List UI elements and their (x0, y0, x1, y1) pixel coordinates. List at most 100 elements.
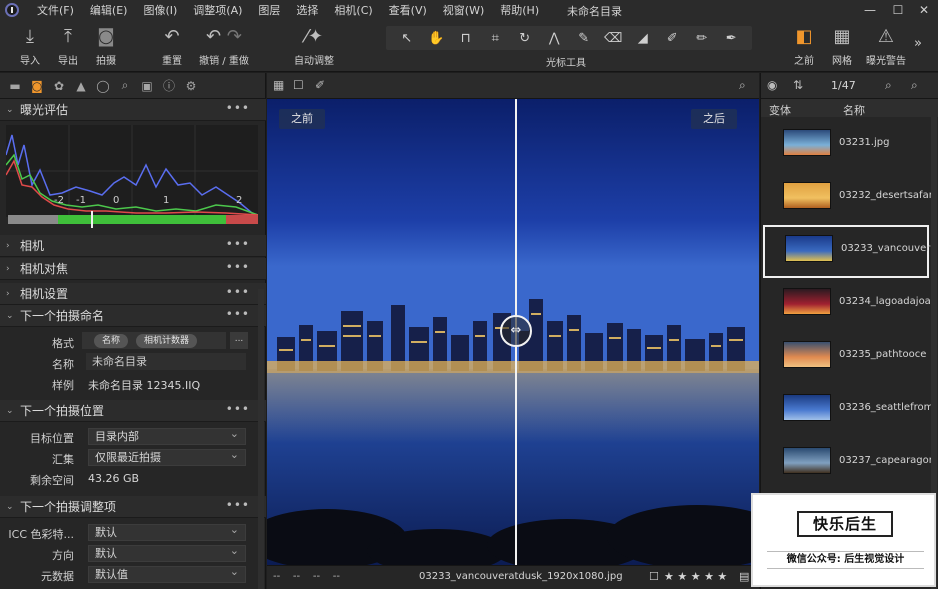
thumbnail-item[interactable]: 03232_desertsafari (761, 172, 931, 225)
zoom-icon[interactable]: ⌕ (739, 78, 746, 93)
menu-image[interactable]: 图像(I) (135, 2, 185, 18)
sort-icon[interactable]: ⇅ (793, 78, 803, 92)
thumbnail-image (783, 394, 831, 421)
section-menu-icon[interactable]: ••• (226, 260, 250, 274)
section-menu-icon[interactable]: ••• (226, 237, 250, 251)
image-viewer[interactable]: 之前 之后 ⇔ (267, 99, 759, 565)
color-tag-icon[interactable]: ▤ (739, 570, 749, 583)
metadata-tab-icon[interactable]: ⓘ (158, 77, 180, 94)
auto-adjust-button[interactable]: ⁄✦ 自动调整 (292, 26, 336, 67)
format-token-name[interactable]: 名称 (94, 334, 129, 348)
thumbnail-item[interactable]: 03237_capearagon (761, 437, 931, 490)
split-handle-icon[interactable]: ⇔ (500, 315, 532, 347)
collection-select[interactable]: 仅限最近拍摄 (88, 447, 246, 466)
maximize-icon[interactable]: ☐ (884, 0, 912, 20)
menu-edit[interactable]: 编辑(E) (82, 2, 136, 18)
pen-tool-icon[interactable]: ✒ (720, 31, 742, 46)
reject-checkbox[interactable]: ☐ (649, 570, 659, 583)
import-button[interactable]: ⤓ 导入 (16, 26, 44, 67)
loupe-tool-icon[interactable]: ⊓ (455, 31, 477, 46)
camera-settings-section-header[interactable]: › 相机设置 ••• (0, 283, 266, 305)
settings-tab-icon[interactable]: ⚙ (180, 79, 202, 93)
section-menu-icon[interactable]: ••• (226, 402, 250, 416)
menu-help[interactable]: 帮助(H) (492, 2, 547, 18)
app-logo-icon[interactable] (5, 3, 19, 17)
exposure-evaluation-header[interactable]: ⌄ 曝光评估 ••• (0, 99, 266, 121)
menu-layers[interactable]: 图层 (250, 2, 288, 18)
orientation-select[interactable]: 默认 (88, 543, 246, 562)
camera-focus-section-header[interactable]: › 相机对焦 ••• (0, 258, 266, 280)
capture-button[interactable]: ◙ 拍摄 (92, 26, 120, 67)
column-name[interactable]: 名称 (843, 102, 865, 118)
menu-camera[interactable]: 相机(C) (326, 2, 380, 18)
left-tool-panel: ▬ ◙ ✿ ▲ ◯ ⌕ ▣ ⓘ ⚙ ⌄ 曝光评估 ••• -2 -1 0 1 2… (0, 73, 266, 589)
undo-redo-button[interactable]: ↶ ↷ 撤销 / 重做 (192, 26, 256, 67)
single-view-icon[interactable]: ☐ (293, 78, 304, 92)
picker-tool-icon[interactable]: ✐ (661, 31, 683, 46)
menu-select[interactable]: 选择 (288, 2, 326, 18)
brush-tool-icon[interactable]: ✎ (573, 31, 595, 46)
crop-tool-icon[interactable]: ⌗ (484, 31, 506, 46)
scale-label-1: 1 (163, 195, 170, 206)
section-menu-icon[interactable]: ••• (226, 307, 250, 321)
icc-profile-select[interactable]: 默认 (88, 522, 246, 541)
scale-label-minus2: -2 (54, 195, 64, 206)
column-variant[interactable]: 变体 (769, 102, 791, 118)
grid-button[interactable]: ▦ 网格 (828, 26, 856, 67)
section-menu-icon[interactable]: ••• (226, 101, 250, 115)
reset-button[interactable]: ↶ 重置 (158, 26, 186, 67)
star-rating[interactable]: ★ ★ ★ ★ ★ (664, 570, 727, 583)
thumbnail-item[interactable]: 03236_seattlefrom (761, 384, 931, 437)
search-icon[interactable]: ⌕ (911, 78, 918, 93)
next-capture-location-header[interactable]: ⌄ 下一个拍摄位置 ••• (0, 400, 266, 422)
eye-icon[interactable]: ◉ (767, 78, 777, 92)
zoom-icon[interactable]: ⌕ (885, 78, 892, 93)
close-icon[interactable]: ✕ (910, 0, 938, 20)
format-more-button[interactable]: ... (230, 332, 248, 349)
camera-section-header[interactable]: › 相机 ••• (0, 235, 266, 257)
image-counter: 1/47 (831, 79, 856, 92)
rotate-tool-icon[interactable]: ↻ (514, 31, 536, 46)
exposure-tab-icon[interactable]: ▲ (70, 79, 92, 93)
format-token-counter[interactable]: 相机计数器 (136, 334, 198, 348)
next-capture-adjustments-header[interactable]: ⌄ 下一个拍摄调整项 ••• (0, 496, 266, 518)
hand-tool-icon[interactable]: ✋ (425, 31, 447, 46)
adjustments-tab-icon[interactable]: ▣ (136, 79, 158, 93)
section-menu-icon[interactable]: ••• (226, 285, 250, 299)
thumbnail-item[interactable]: 03234_lagoadajoa (761, 278, 931, 331)
color-tab-icon[interactable]: ✿ (48, 79, 70, 93)
eraser-tool-icon[interactable]: ⌫ (602, 31, 624, 46)
scale-label-minus1: -1 (76, 195, 86, 206)
details-tab-icon[interactable]: ⌕ (114, 78, 136, 93)
more-tools-icon[interactable]: » (914, 36, 922, 51)
menu-file[interactable]: 文件(F) (29, 2, 82, 18)
free-space-value: 43.26 GB (88, 472, 140, 485)
library-tab-icon[interactable]: ▬ (4, 79, 26, 93)
name-input[interactable]: 未命名目录 (86, 353, 246, 370)
picker-icon[interactable]: ✐ (315, 78, 325, 92)
next-capture-naming-header[interactable]: ⌄ 下一个拍摄命名 ••• (0, 305, 266, 327)
menu-adjustments[interactable]: 调整项(A) (185, 2, 250, 18)
watermark-overlay: 快乐后生 微信公众号: 后生视觉设计 (751, 493, 936, 587)
thumbnail-item[interactable]: 03233_vancouver (763, 225, 930, 278)
minimize-icon[interactable]: — (856, 0, 884, 20)
export-button[interactable]: ⤒ 导出 (54, 26, 82, 67)
grid-view-icon[interactable]: ▦ (273, 78, 284, 92)
lens-tab-icon[interactable]: ◯ (92, 79, 114, 93)
scale-label-0: 0 (113, 195, 120, 206)
capture-tab-icon[interactable]: ◙ (26, 79, 48, 93)
select-cursor-icon[interactable]: ↖ (396, 31, 418, 46)
exposure-warning-button[interactable]: ⚠ 曝光警告 (862, 26, 910, 67)
left-panel-scrollbar[interactable] (258, 289, 264, 589)
keystone-tool-icon[interactable]: ⋀ (543, 31, 565, 46)
section-menu-icon[interactable]: ••• (226, 498, 250, 512)
thumbnail-item[interactable]: 03231.jpg (761, 119, 931, 172)
destination-select[interactable]: 目录内部 (88, 426, 246, 445)
before-button[interactable]: ◧ 之前 (790, 26, 818, 67)
gradient-tool-icon[interactable]: ◢ (632, 31, 654, 46)
menu-window[interactable]: 视窗(W) (435, 2, 492, 18)
menu-view[interactable]: 查看(V) (381, 2, 435, 18)
annotate-tool-icon[interactable]: ✏ (691, 31, 713, 46)
thumbnail-item[interactable]: 03235_pathtooce (761, 331, 931, 384)
metadata-select[interactable]: 默认值 (88, 564, 246, 583)
